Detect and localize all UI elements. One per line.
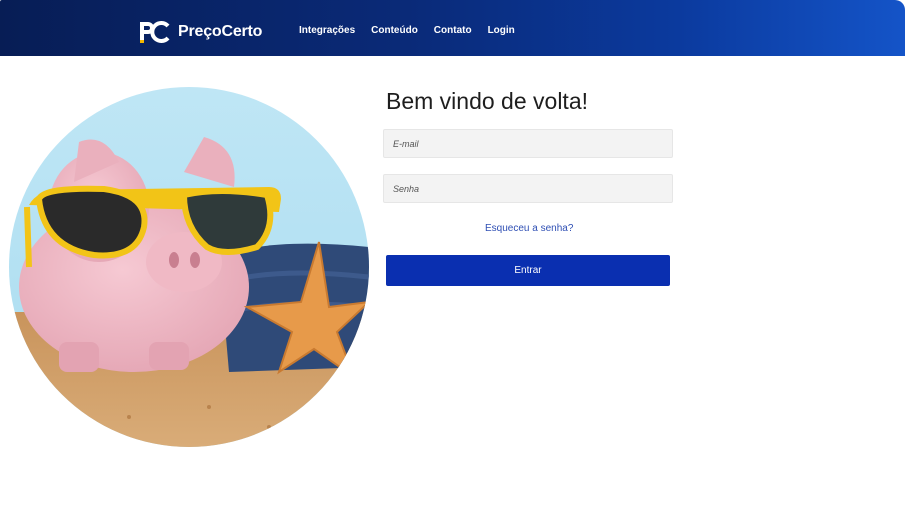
pc-logo-icon (140, 21, 170, 43)
nav-integracoes[interactable]: Integrações (299, 25, 355, 36)
brand-name: PreçoCerto (178, 23, 263, 40)
page-title: Bem vindo de volta! (386, 88, 589, 114)
main-nav: Integrações Conteúdo Contato Login (299, 25, 531, 36)
piggy-bank-beach-illustration (9, 87, 369, 447)
forgot-password-link[interactable]: Esqueceu a senha? (485, 223, 573, 234)
brand-logo[interactable]: PreçoCerto (138, 20, 262, 44)
password-input[interactable] (383, 174, 673, 203)
hero-image (9, 87, 369, 447)
email-input[interactable] (383, 129, 673, 158)
nav-login[interactable]: Login (488, 25, 515, 36)
top-navbar: PreçoCerto Integrações Conteúdo Contato … (0, 0, 905, 56)
nav-contato[interactable]: Contato (434, 25, 472, 36)
nav-conteudo[interactable]: Conteúdo (371, 25, 418, 36)
login-submit-button[interactable]: Entrar (386, 255, 670, 286)
